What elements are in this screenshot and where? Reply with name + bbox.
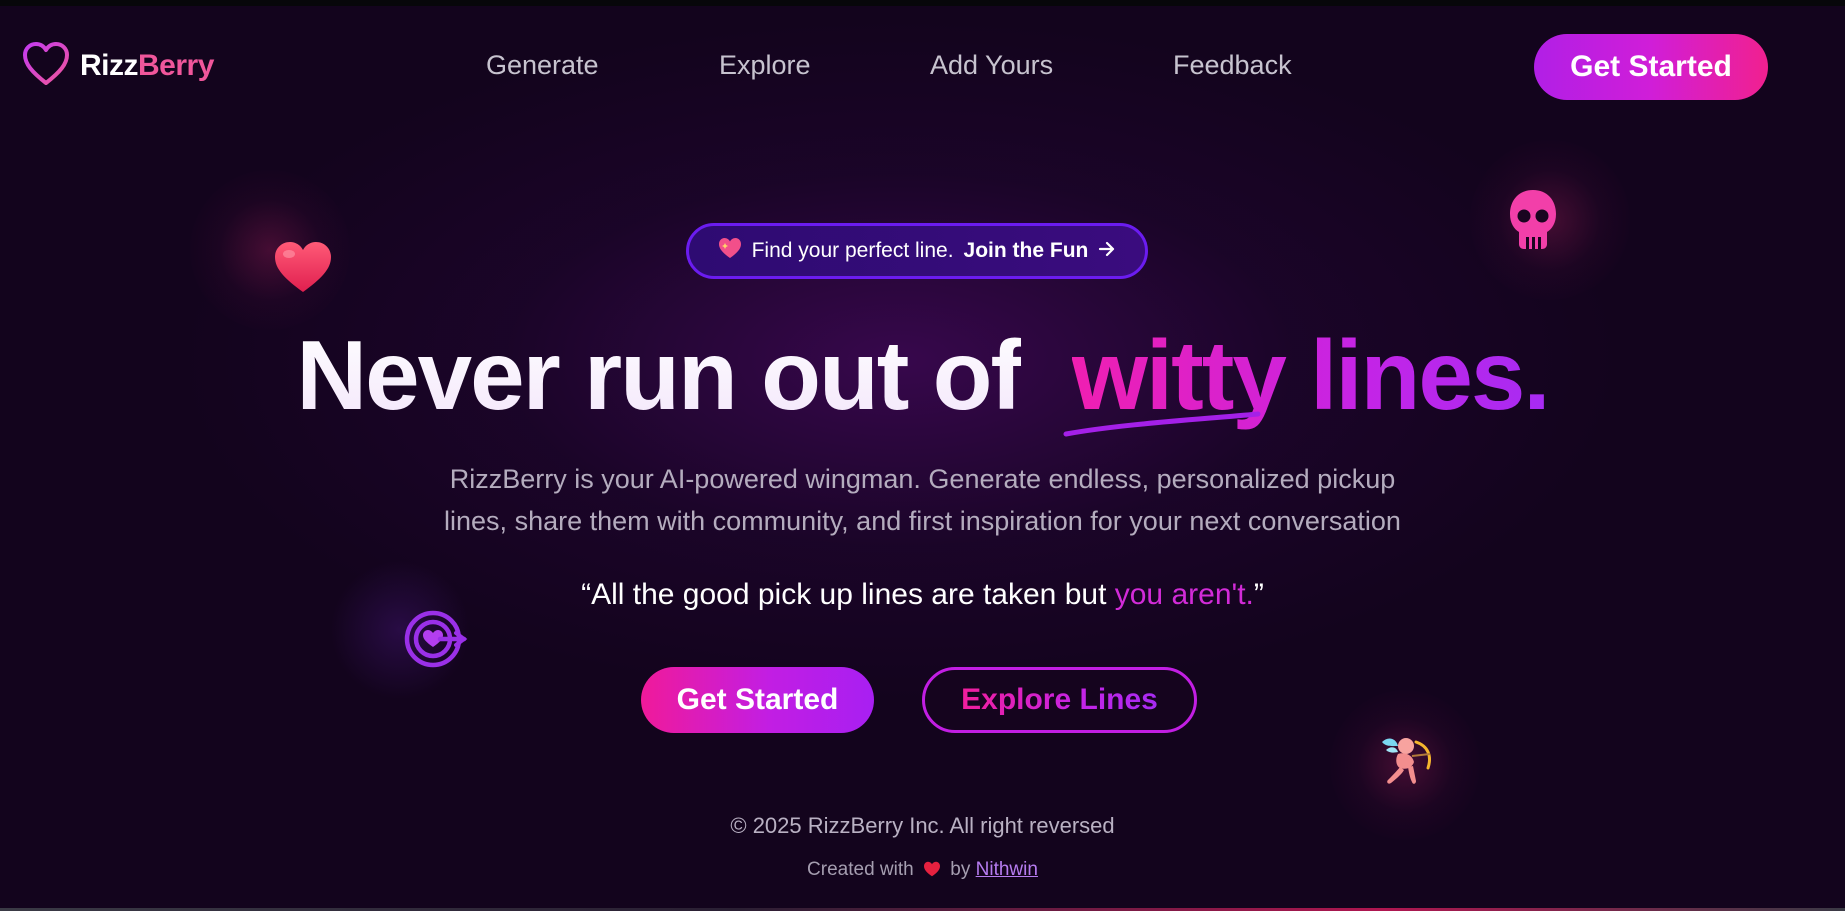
quote-close: ” xyxy=(1253,578,1264,611)
pill-text: Find your perfect line. xyxy=(751,239,954,262)
landing-page: RizzBerry Generate Explore Add Yours Fee… xyxy=(0,0,1845,911)
created-with-text: Created with xyxy=(807,859,914,880)
brand-logo[interactable]: RizzBerry xyxy=(22,41,214,92)
target-heart-icon xyxy=(404,610,468,673)
get-started-button[interactable]: Get Started xyxy=(641,667,874,733)
brand-name-part2: Berry xyxy=(138,49,214,82)
brand-name-part1: Rizz xyxy=(80,49,139,82)
nav-explore[interactable]: Explore xyxy=(719,50,811,81)
footer-credits: Created with by Nithwin xyxy=(0,859,1845,883)
hero-quote: “All the good pick up lines are taken bu… xyxy=(0,578,1845,612)
join-the-fun-pill[interactable]: Find your perfect line. Join the Fun xyxy=(686,223,1148,279)
heart-outline-icon xyxy=(22,41,70,92)
arrow-right-icon xyxy=(1098,239,1116,263)
explore-lines-label: Explore Lines xyxy=(961,683,1158,716)
pill-link[interactable]: Join the Fun xyxy=(964,239,1089,263)
hero-description: RizzBerry is your AI-powered wingman. Ge… xyxy=(0,458,1845,542)
quote-highlight: you aren't. xyxy=(1114,578,1254,611)
nav-feedback[interactable]: Feedback xyxy=(1173,50,1292,81)
headline-plain: Never run out of xyxy=(296,320,1023,430)
nav-generate[interactable]: Generate xyxy=(486,50,599,81)
top-border xyxy=(0,0,1845,6)
author-link[interactable]: Nithwin xyxy=(976,859,1038,880)
red-heart-icon xyxy=(272,240,334,299)
skull-icon xyxy=(1508,188,1558,255)
hero-headline: Never run out of witty lines. xyxy=(0,320,1845,430)
cupid-icon xyxy=(1376,734,1434,791)
brand-name: RizzBerry xyxy=(80,49,214,83)
nav-add-yours[interactable]: Add Yours xyxy=(930,50,1053,81)
footer-copyright: © 2025 RizzBerry Inc. All right reversed xyxy=(730,813,1115,838)
by-text: by xyxy=(950,859,971,880)
red-heart-small-icon xyxy=(923,861,941,883)
description-line-2: lines, share them with community, and fi… xyxy=(444,506,1401,536)
sparkling-heart-icon xyxy=(718,237,742,265)
nav-get-started-button[interactable]: Get Started xyxy=(1534,34,1768,100)
headline-underline xyxy=(1063,411,1261,437)
explore-lines-button[interactable]: Explore Lines xyxy=(922,667,1197,733)
quote-text: “All the good pick up lines are taken bu… xyxy=(581,578,1115,611)
description-line-1: RizzBerry is your AI-powered wingman. Ge… xyxy=(449,464,1396,494)
